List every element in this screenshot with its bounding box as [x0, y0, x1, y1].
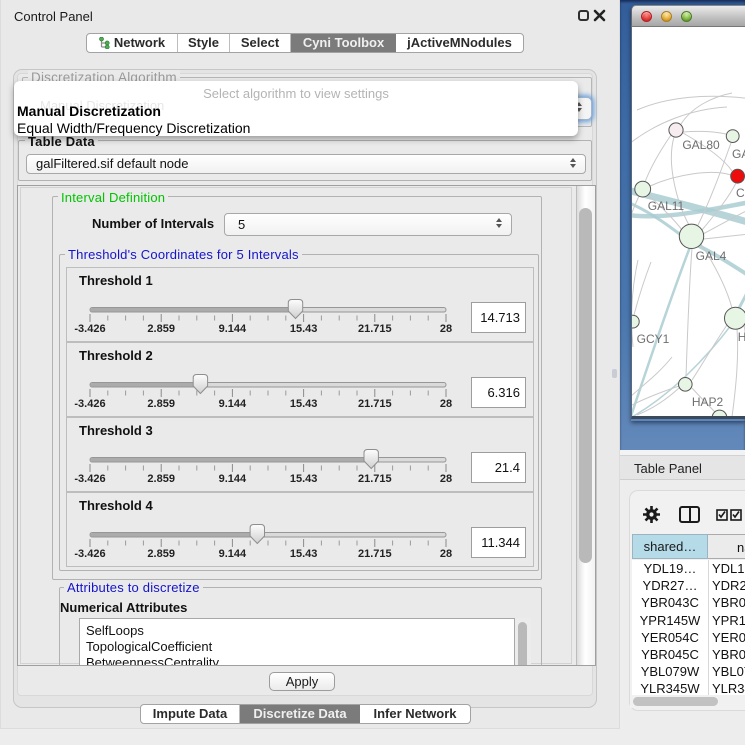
svg-text:H…: H…	[738, 330, 745, 344]
svg-text:HAP2: HAP2	[692, 395, 724, 409]
svg-text:GAL11: GAL11	[648, 199, 685, 213]
svg-text:GA: GA	[732, 147, 745, 161]
svg-text:GAL4: GAL4	[696, 249, 727, 263]
svg-text:GCY1: GCY1	[637, 332, 670, 346]
svg-text:C: C	[736, 186, 745, 200]
svg-text:GAL80: GAL80	[682, 138, 720, 152]
